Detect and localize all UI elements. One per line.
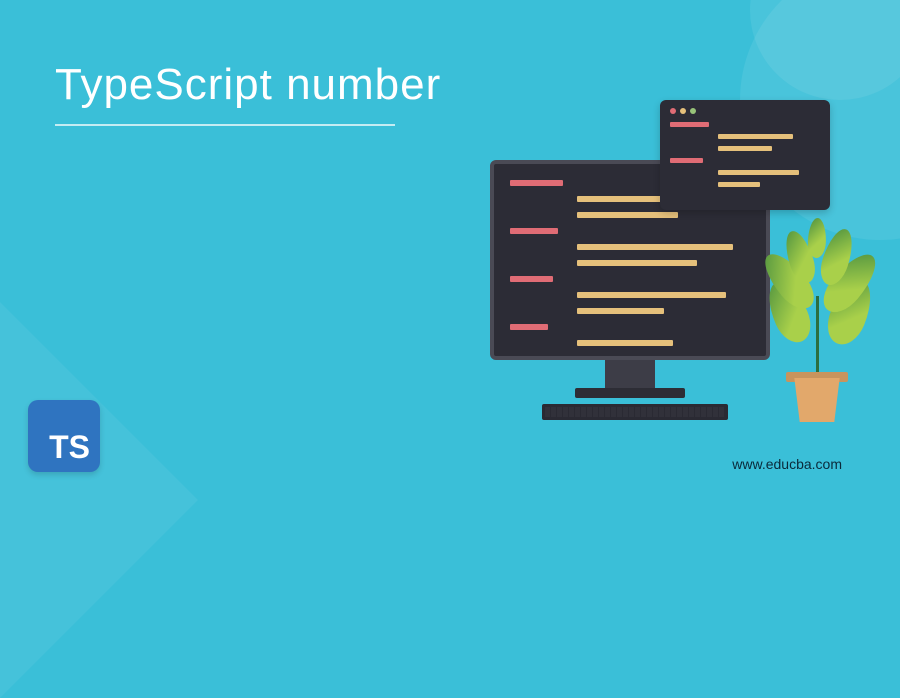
keyboard-illustration (542, 404, 728, 420)
code-line (577, 308, 663, 314)
plant-illustration (750, 202, 890, 422)
code-line (510, 276, 553, 282)
plant-stem (816, 296, 819, 374)
code-line (577, 292, 726, 298)
title-underline (55, 124, 395, 126)
site-url: www.educba.com (732, 456, 842, 472)
ts-logo-text: TS (49, 429, 90, 466)
window-traffic-lights (670, 108, 820, 114)
code-line (577, 340, 673, 346)
code-line (510, 324, 548, 330)
code-line (670, 158, 703, 163)
window-dot-yellow (680, 108, 686, 114)
code-line (577, 212, 678, 218)
code-line (718, 182, 760, 187)
code-line (718, 134, 793, 139)
plant-pot (790, 378, 844, 422)
bg-diamond (0, 302, 198, 698)
code-line (577, 244, 733, 250)
code-line (510, 228, 558, 234)
window-dot-red (670, 108, 676, 114)
window-dot-green (690, 108, 696, 114)
monitor-base (575, 388, 685, 398)
code-line (670, 122, 709, 127)
typescript-logo: TS (28, 400, 100, 472)
code-line (577, 260, 697, 266)
code-line (510, 180, 563, 186)
page-title: TypeScript number (55, 60, 441, 110)
code-line (718, 170, 799, 175)
code-line (718, 146, 772, 151)
floating-code-window (660, 100, 830, 210)
monitor-stand (605, 360, 655, 388)
